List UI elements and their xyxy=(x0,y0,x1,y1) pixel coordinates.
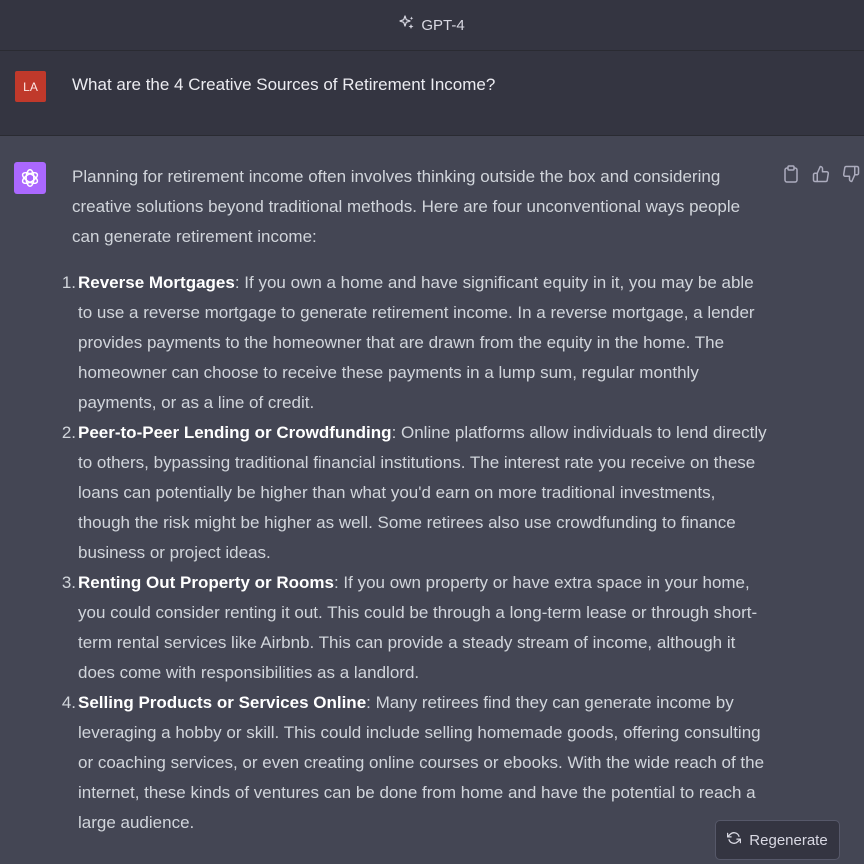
assistant-message-row: Planning for retirement income often inv… xyxy=(0,136,864,864)
answer-intro: Planning for retirement income often inv… xyxy=(72,167,741,246)
top-bar: GPT-4 xyxy=(0,0,864,51)
item-title: Selling Products or Services Online xyxy=(78,693,367,712)
item-title: Renting Out Property or Rooms xyxy=(78,573,334,592)
list-number: 4. xyxy=(61,693,76,712)
model-label[interactable]: GPT-4 xyxy=(421,17,464,34)
refresh-icon xyxy=(727,831,742,849)
list-number: 2. xyxy=(61,423,76,442)
user-message-row: LA What are the 4 Creative Sources of Re… xyxy=(0,51,864,136)
item-text: : If you own a home and have significant… xyxy=(78,273,755,412)
regenerate-button[interactable]: Regenerate xyxy=(715,820,840,860)
item-title: Reverse Mortgages xyxy=(78,273,235,292)
thumbs-down-icon[interactable] xyxy=(842,164,860,184)
list-item: 1. Reverse Mortgages: If you own a home … xyxy=(62,268,772,418)
list-number: 1. xyxy=(61,273,76,292)
thumbs-up-icon[interactable] xyxy=(812,164,830,184)
list-item: 4. Selling Products or Services Online: … xyxy=(62,688,772,838)
assistant-avatar xyxy=(14,162,46,194)
sparkles-icon xyxy=(399,14,415,36)
message-actions xyxy=(782,164,860,184)
answer-list: 1. Reverse Mortgages: If you own a home … xyxy=(62,268,772,838)
user-message: What are the 4 Creative Sources of Retir… xyxy=(72,75,496,94)
list-item: 3. Renting Out Property or Rooms: If you… xyxy=(62,568,772,688)
item-title: Peer-to-Peer Lending or Crowdfunding xyxy=(78,423,392,442)
regenerate-label: Regenerate xyxy=(749,831,828,849)
list-item: 2. Peer-to-Peer Lending or Crowdfunding:… xyxy=(62,418,772,568)
list-number: 3. xyxy=(61,573,76,592)
assistant-answer: Planning for retirement income often inv… xyxy=(62,162,772,838)
item-text: : Online platforms allow individuals to … xyxy=(78,423,767,562)
clipboard-icon[interactable] xyxy=(782,164,800,184)
item-text: : Many retirees find they can generate i… xyxy=(78,693,765,832)
openai-logo-icon xyxy=(21,169,39,187)
user-avatar: LA xyxy=(15,71,46,102)
